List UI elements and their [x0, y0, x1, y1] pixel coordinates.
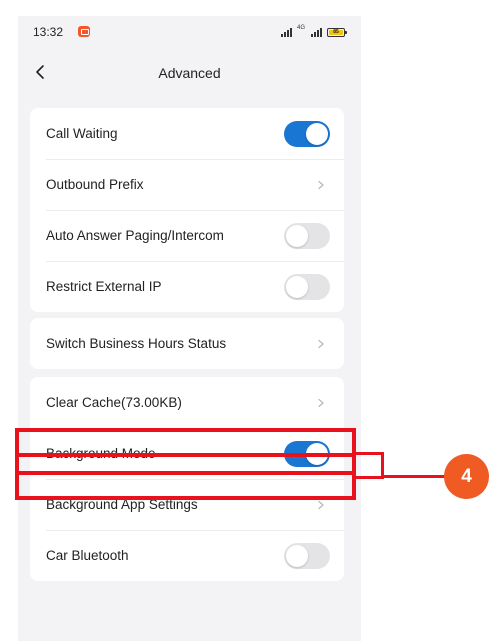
settings-group: Switch Business Hours Status [30, 318, 344, 369]
chevron-right-icon [318, 500, 324, 509]
toggle-switch[interactable] [284, 440, 330, 467]
settings-group: Clear Cache(73.00KB) Background Mode Backg… [30, 377, 344, 581]
signal-bars-icon [311, 28, 322, 37]
setting-row-auto-answer-paging-intercom[interactable]: Auto Answer Paging/Intercom [30, 210, 344, 261]
setting-row-background-app-settings[interactable]: Background App Settings [30, 479, 344, 530]
annotation-connector [356, 476, 384, 479]
setting-row-switch-business-hours-status[interactable]: Switch Business Hours Status [30, 318, 344, 369]
toggle-switch[interactable] [284, 542, 330, 569]
setting-row-call-waiting[interactable]: Call Waiting [30, 108, 344, 159]
chevron-right-icon [318, 339, 324, 348]
toggle-knob [286, 224, 308, 247]
signal-bars-icon [280, 28, 292, 37]
signal-indicators: 4G 85 [280, 25, 347, 37]
nav-bar: Advanced [18, 56, 361, 88]
setting-label: Restrict External IP [46, 279, 162, 294]
toggle-switch[interactable] [284, 222, 330, 249]
toggle-switch[interactable] [284, 120, 330, 147]
battery-level: 85 [333, 29, 339, 35]
annotation-connector [384, 475, 445, 478]
annotation-badge: 4 [444, 454, 489, 499]
settings-group: Call Waiting Outbound Prefix Auto Answer P… [30, 108, 344, 312]
toggle-knob [306, 122, 328, 145]
setting-label: Call Waiting [46, 126, 118, 141]
toggle-knob [286, 275, 308, 298]
page-title: Advanced [158, 65, 221, 81]
chevron-right-icon [318, 398, 324, 407]
setting-row-background-mode[interactable]: Background Mode [30, 428, 344, 479]
network-type: 4G [296, 25, 305, 31]
setting-row-clear-cache-73-00kb[interactable]: Clear Cache(73.00KB) [30, 377, 344, 428]
toggle-knob [306, 442, 328, 465]
notification-icon [78, 26, 90, 37]
toggle-switch[interactable] [284, 273, 330, 300]
battery-icon: 85 [327, 28, 347, 37]
status-time: 13:32 [33, 25, 64, 39]
setting-label: Car Bluetooth [46, 548, 129, 563]
setting-row-outbound-prefix[interactable]: Outbound Prefix [30, 159, 344, 210]
setting-row-restrict-external-ip[interactable]: Restrict External IP [30, 261, 344, 312]
setting-label: Clear Cache(73.00KB) [46, 395, 182, 410]
phone-screen: 13:32 4G 85 Advanced Call Waiting Outboun… [18, 16, 361, 641]
setting-label: Background App Settings [46, 497, 198, 512]
setting-row-car-bluetooth[interactable]: Car Bluetooth [30, 530, 344, 581]
setting-label: Switch Business Hours Status [46, 336, 227, 351]
chevron-right-icon [318, 180, 324, 189]
annotation-connector [356, 452, 384, 455]
setting-label: Background Mode [46, 446, 156, 461]
status-bar: 13:32 4G 85 [18, 16, 361, 48]
toggle-knob [286, 544, 308, 567]
setting-label: Outbound Prefix [46, 177, 144, 192]
setting-label: Auto Answer Paging/Intercom [46, 228, 224, 243]
